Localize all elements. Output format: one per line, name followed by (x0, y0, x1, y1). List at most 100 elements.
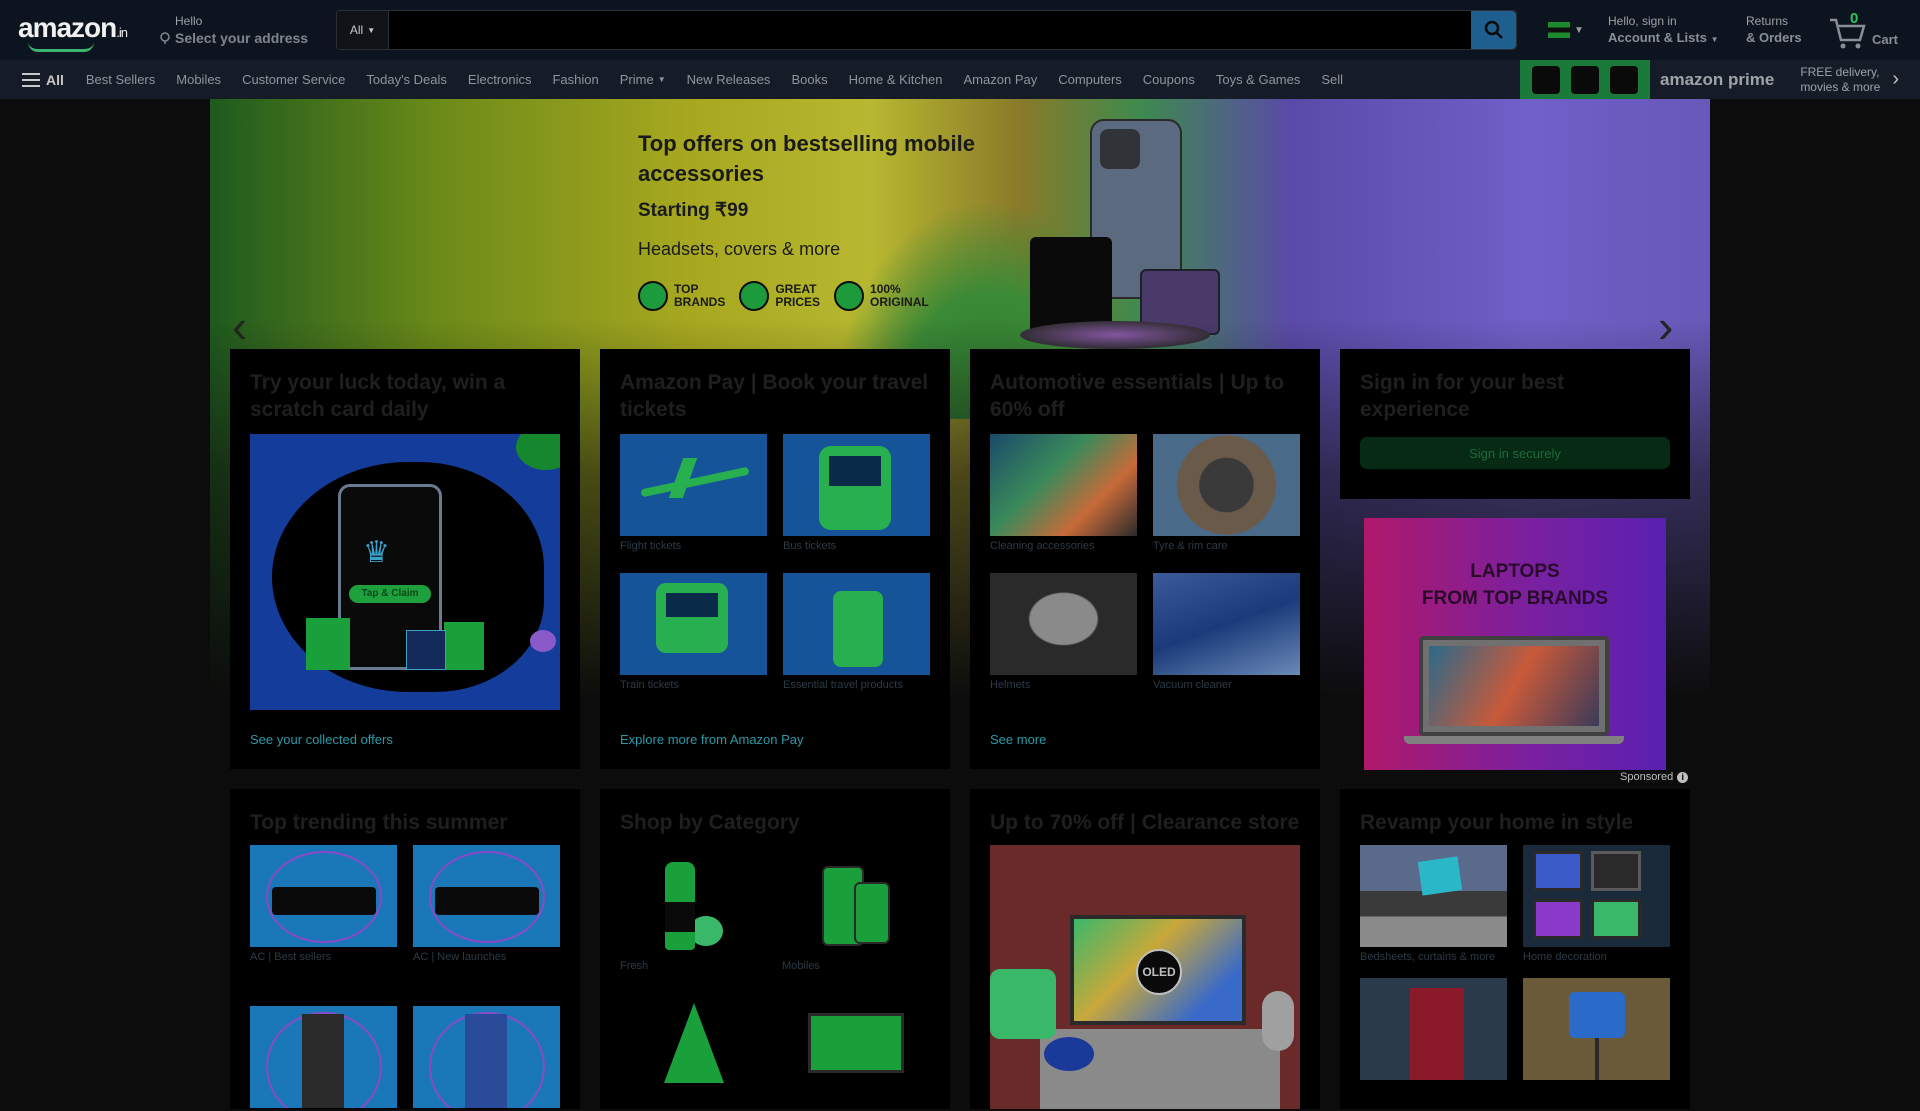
tile-mobiles[interactable]: Mobiles (782, 855, 944, 972)
train-icon (620, 573, 767, 675)
tile-caption: Vacuum cleaner (1153, 679, 1232, 691)
tile-bedsheets[interactable]: Bedsheets, curtains & more (1360, 845, 1507, 964)
search-button[interactable] (1471, 11, 1516, 49)
logo-wordmark: amazon (18, 12, 117, 43)
all-label: All (46, 71, 64, 88)
chevron-down-icon: ▼ (1710, 35, 1719, 44)
tile-refrigerator[interactable] (250, 1006, 397, 1111)
returns-orders[interactable]: Returns & Orders (1746, 14, 1802, 45)
orders-label: & Orders (1746, 30, 1802, 45)
scratch-card-image[interactable]: ♛ Tap & Claim (250, 434, 560, 710)
card-title: Top trending this summer (250, 811, 508, 834)
chevron-down-icon: ▼ (657, 75, 666, 84)
tile-tyre-rim-care[interactable]: Tyre & rim care (1153, 434, 1300, 553)
shopping-bag-icon (306, 618, 350, 670)
nav-item-mobiles[interactable]: Mobiles (176, 72, 221, 87)
sofa-image (1360, 845, 1507, 947)
play-icon (1570, 65, 1599, 94)
tile-storage[interactable] (1360, 978, 1507, 1083)
tile-fresh[interactable]: Fresh (620, 855, 782, 972)
nav-item-coupons[interactable]: Coupons (1143, 72, 1195, 87)
cart-icon (1830, 18, 1866, 49)
tyre-image (1153, 434, 1300, 536)
tile-bus-tickets[interactable]: Bus tickets (783, 434, 930, 553)
nav-item-home-kitchen[interactable]: Home & Kitchen (849, 72, 943, 87)
nav-item-todays-deals[interactable]: Today's Deals (366, 72, 447, 87)
nav-item-computers[interactable]: Computers (1058, 72, 1122, 87)
ad-line2: FROM TOP BRANDS (1421, 588, 1609, 609)
search-category-dropdown[interactable]: All ▼ (337, 11, 389, 49)
tile-train-tickets[interactable]: Train tickets (620, 573, 767, 692)
tile-lighting[interactable] (1523, 978, 1670, 1083)
tile-ac-new-launches[interactable]: AC | New launches (413, 845, 560, 964)
tile-refrigerator-floral[interactable] (413, 1006, 560, 1111)
tile-home-decoration[interactable]: Home decoration (1523, 845, 1670, 964)
tile-helmets[interactable]: Helmets (990, 573, 1137, 692)
prime-icons (1520, 60, 1650, 99)
prime-promo-banner[interactable]: amazon prime FREE delivery, movies & mor… (1520, 60, 1920, 99)
card-clearance: Up to 70% off | Clearance store OLED (970, 789, 1320, 1109)
tile-electronics[interactable] (782, 992, 944, 1097)
nav-item-fashion[interactable]: Fashion (552, 72, 598, 87)
sign-in-button[interactable]: Sign in securely (1360, 437, 1670, 469)
tile-caption: Mobiles (782, 960, 820, 972)
all-menu-button[interactable]: All (22, 72, 64, 88)
wall-frames-image (1523, 845, 1670, 947)
search-input[interactable] (389, 11, 1471, 49)
mouse-image (1262, 991, 1294, 1051)
laptops-ad[interactable]: LAPTOPS FROM TOP BRANDS (1364, 518, 1666, 770)
nav-item-customer-service[interactable]: Customer Service (242, 72, 345, 87)
tile-caption: AC | Best sellers (250, 951, 332, 963)
nav-item-sell[interactable]: Sell (1321, 72, 1343, 87)
tile-vacuum-cleaner[interactable]: Vacuum cleaner (1153, 573, 1300, 692)
automotive-footer-link[interactable]: See more (990, 732, 1046, 747)
tile-fashion[interactable] (620, 992, 782, 1097)
badge-original: 100% ORIGINAL (834, 281, 929, 311)
helmet-image (990, 573, 1137, 675)
amazon-pay-footer-link[interactable]: Explore more from Amazon Pay (620, 732, 804, 747)
tile-ac-best-sellers[interactable]: AC | Best sellers (250, 845, 397, 964)
nav-item-prime[interactable]: Prime ▼ (620, 72, 666, 87)
badge-line2: BRANDS (674, 295, 726, 309)
prime-label: Prime (619, 72, 654, 87)
nav-item-toys-games[interactable]: Toys & Games (1216, 72, 1301, 87)
cart-count: 0 (1850, 10, 1859, 27)
scratch-footer-link[interactable]: See your collected offers (250, 732, 393, 747)
sponsored-label: Sponsored i (1620, 771, 1689, 783)
travel-tile-grid: Flight tickets Bus tickets Train tickets… (620, 434, 930, 692)
tile-caption: Train tickets (620, 679, 679, 691)
fresh-produce-icon (620, 855, 767, 957)
location-address: Select your address (175, 30, 309, 46)
category-tile-grid: Fresh Mobiles (620, 855, 944, 1097)
ac-image (413, 845, 560, 947)
ac-image (250, 845, 397, 947)
prime-promo-text: FREE delivery, movies & more (1800, 65, 1880, 95)
tile-caption: Essential travel products (783, 679, 903, 691)
hero-title: Top offers on bestselling mobile accesso… (638, 131, 975, 186)
account-label: Account & Lists (1608, 30, 1707, 45)
amazon-logo[interactable]: amazon.in (18, 12, 138, 52)
cleaning-image (990, 434, 1137, 536)
tile-cleaning-accessories[interactable]: Cleaning accessories (990, 434, 1137, 553)
nav-item-amazon-pay[interactable]: Amazon Pay (964, 72, 1038, 87)
search-category-label: All (349, 23, 364, 37)
home-tile-grid: Bedsheets, curtains & more Home decorati… (1360, 845, 1670, 1083)
cart-button[interactable]: 0 Cart (1828, 10, 1908, 50)
oled-badge: OLED (1136, 949, 1182, 995)
nav-item-books[interactable]: Books (791, 72, 827, 87)
nav-item-best-sellers[interactable]: Best Sellers (86, 72, 155, 87)
nav-item-new-releases[interactable]: New Releases (687, 72, 771, 87)
nav-item-electronics[interactable]: Electronics (468, 72, 532, 87)
tile-flight-tickets[interactable]: Flight tickets (620, 434, 767, 553)
tile-caption: Home decoration (1523, 951, 1607, 963)
tile-caption: AC | New launches (413, 951, 507, 963)
tile-caption: Flight tickets (620, 540, 682, 552)
card-title: Automotive essentials | Up to 60% off (990, 371, 1285, 421)
tile-travel-products[interactable]: Essential travel products (783, 573, 930, 692)
clearance-image[interactable]: OLED (990, 845, 1300, 1109)
crown-icon: ♛ (363, 536, 390, 569)
language-selector[interactable]: ▼ (1548, 22, 1584, 38)
info-icon[interactable]: i (1677, 771, 1689, 783)
delivery-location[interactable]: Hello Select your address (158, 14, 308, 46)
account-lists[interactable]: Hello, sign in Account & Lists ▼ (1608, 14, 1719, 45)
